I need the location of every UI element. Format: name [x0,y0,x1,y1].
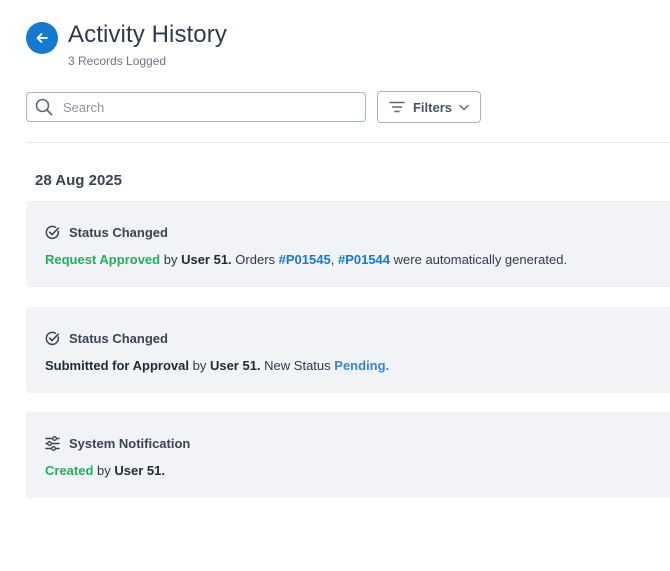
activity-card: Status Changed Request Approved by User … [26,201,670,287]
activity-title: Status Changed [69,331,168,346]
activity-card-header: System Notification [45,436,190,451]
activity-text: Orders [235,252,276,267]
date-group-heading: 28 Aug 2025 [35,172,122,189]
separator: , [330,252,335,267]
toolbar: Filters [26,91,481,123]
activity-title: System Notification [69,436,191,451]
activity-card: System Notification Created by User 51. [26,412,670,498]
activity-card-header: Status Changed [45,225,168,240]
activity-user: User 51. [114,463,165,478]
search-icon [35,98,53,116]
activity-description: Submitted for Approval by User 51. New S… [45,358,389,373]
order-link[interactable]: #P01544 [338,252,390,267]
check-circle-icon [45,331,60,346]
by-text: by [163,252,178,267]
filters-button[interactable]: Filters [377,91,481,123]
check-circle-icon [45,225,60,240]
activity-title: Status Changed [69,225,168,240]
record-count: 3 Records Logged [68,54,167,68]
activity-action: Created [45,463,94,478]
activity-card-header: Status Changed [45,331,168,346]
sliders-icon [45,436,60,451]
search-input[interactable] [61,98,345,116]
by-text: by [97,463,111,478]
search-box[interactable] [26,92,366,122]
page-header: Activity History 3 Records Logged [26,20,227,68]
divider [26,142,670,143]
title-block: Activity History 3 Records Logged [68,20,227,68]
by-text: by [192,358,207,373]
arrow-left-icon [36,33,48,43]
activity-text: were automatically generated. [393,252,568,267]
status-value: Pending. [334,358,390,373]
activity-text: New Status [264,358,331,373]
activity-card: Status Changed Submitted for Approval by… [26,307,670,393]
activity-action: Submitted for Approval [45,358,189,373]
activity-user: User 51. [181,252,232,267]
chevron-down-icon [459,104,469,110]
activity-action: Request Approved [45,252,161,267]
page-title: Activity History [68,21,227,48]
back-button[interactable] [26,22,58,54]
order-link[interactable]: #P01545 [279,252,331,267]
filters-label: Filters [412,99,452,115]
activity-user: User 51. [209,358,261,373]
activity-description: Created by User 51. [45,463,165,478]
activity-history-page: Activity History 3 Records Logged Filter… [0,0,670,571]
filter-icon [389,101,405,113]
activity-description: Request Approved by User 51. Orders #P01… [45,252,567,267]
